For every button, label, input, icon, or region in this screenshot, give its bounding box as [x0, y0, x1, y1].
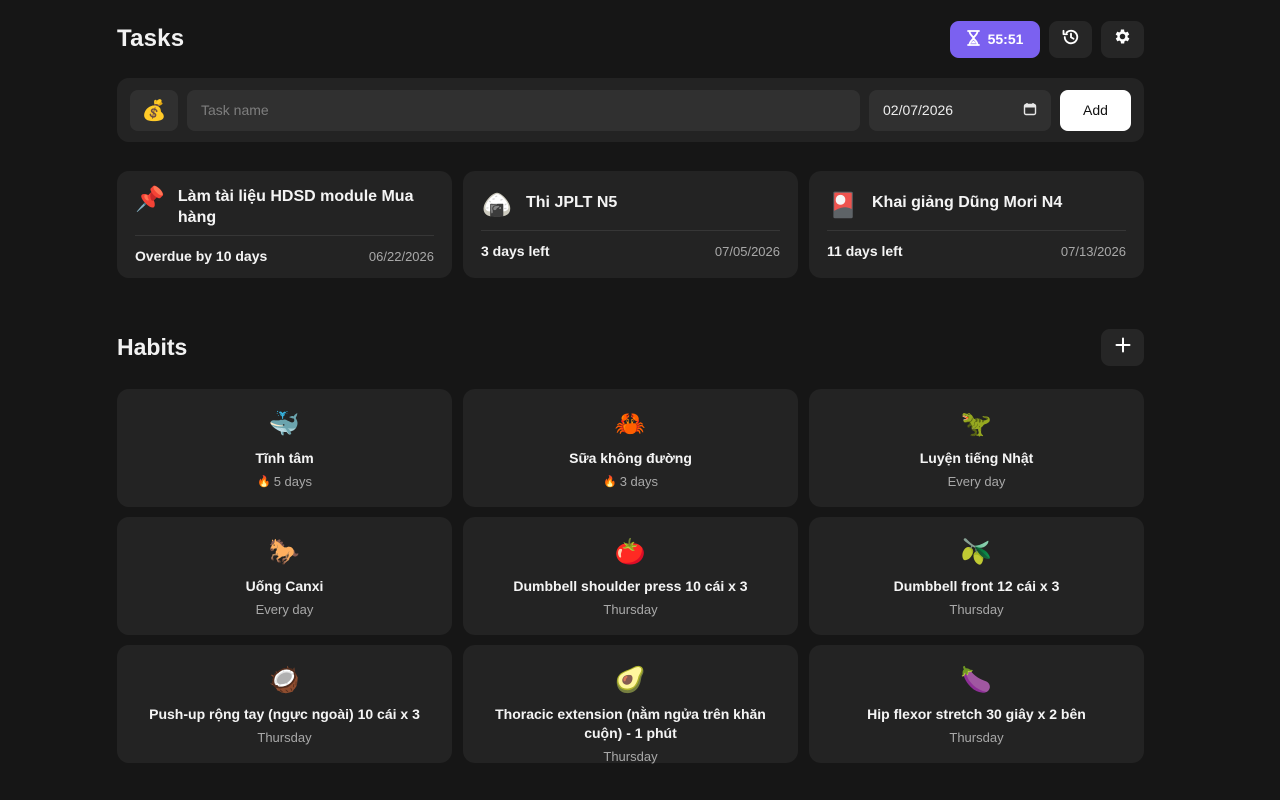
task-card-footer: 3 days left 07/05/2026 [481, 231, 780, 271]
habit-card[interactable]: 🐎 Uống Canxi Every day [117, 517, 452, 635]
history-icon [1061, 27, 1081, 52]
habit-frequency: Thursday [949, 730, 1004, 745]
habit-name: Thoracic extension (nằm ngửa trên khăn c… [495, 706, 766, 741]
task-due-date: 07/13/2026 [1060, 243, 1126, 259]
habit-name: Uống Canxi [245, 578, 324, 594]
habit-list: 🐳 Tĩnh tâm 🔥 5 days 🦀 Sữa không đường 🔥 3 … [117, 389, 1144, 764]
habit-card[interactable]: 🥥 Push-up rộng tay (ngực ngoài) 10 cái x… [117, 645, 452, 763]
task-emoji-picker[interactable]: 💰 [130, 89, 178, 131]
rice-ball-icon: 🍙 [482, 192, 512, 219]
task-title: Khai giảng Dũng Mori N4 [872, 194, 1063, 211]
settings-button[interactable] [1101, 20, 1144, 58]
task-title: Thi JPLT N5 [526, 194, 618, 211]
habit-card[interactable]: 🦖 Luyện tiếng Nhật Every day [809, 389, 1144, 507]
task-date-input[interactable]: 02/07/2026 [869, 89, 1051, 131]
olive-icon: 🫒 [960, 538, 993, 566]
task-card-footer: Overdue by 10 days 06/22/2026 [135, 236, 434, 276]
habit-frequency: Thursday [257, 730, 312, 745]
task-date-value: 02/07/2026 [883, 102, 954, 118]
habit-streak-value: 5 days [273, 474, 312, 489]
habit-card[interactable]: 🦀 Sữa không đường 🔥 3 days [463, 389, 798, 507]
avocado-icon: 🥑 [614, 666, 647, 694]
dinosaur-icon: 🦖 [960, 410, 993, 438]
habits-title: Habits [117, 333, 188, 360]
crab-icon: 🦀 [614, 410, 647, 438]
task-due-date: 07/05/2026 [714, 243, 780, 259]
header-actions: 55:51 [950, 20, 1144, 58]
whale-icon: 🐳 [268, 410, 301, 438]
tomato-icon: 🍅 [614, 538, 647, 566]
tasks-header: Tasks 55:51 [117, 0, 1144, 78]
pushpin-icon: 📌 [135, 186, 165, 213]
habits-header: Habits [117, 328, 1144, 366]
habit-card[interactable]: 🥑 Thoracic extension (nằm ngửa trên khăn… [463, 645, 798, 764]
gear-icon [1113, 27, 1132, 51]
timer-value: 55:51 [987, 31, 1024, 47]
app-container: Tasks 55:51 💰 Task name 02/07/2026 Add 📌… [117, 0, 1144, 764]
habit-frequency: Every day [947, 474, 1006, 489]
task-card[interactable]: 🎴 Khai giảng Dũng Mori N4 11 days left 0… [809, 171, 1144, 278]
task-card-header: 🍙 Thi JPLT N5 [481, 171, 780, 231]
task-card[interactable]: 📌 Làm tài liệu HDSD module Mua hàng Over… [117, 171, 452, 278]
flower-card-icon: 🎴 [828, 192, 858, 219]
habit-streak-value: 3 days [619, 474, 658, 489]
fire-icon: 🔥 [256, 476, 271, 488]
plus-icon [1115, 337, 1131, 358]
habit-streak: 🔥 5 days [257, 474, 312, 489]
habit-card[interactable]: 🍅 Dumbbell shoulder press 10 cái x 3 Thu… [463, 517, 798, 635]
task-card-header: 🎴 Khai giảng Dũng Mori N4 [827, 171, 1126, 231]
task-name-input[interactable] [187, 89, 860, 131]
add-task-bar: 💰 02/07/2026 Add [117, 78, 1144, 142]
hourglass-icon [966, 29, 980, 49]
habit-name: Dumbbell front 12 cái x 3 [893, 578, 1060, 594]
task-card[interactable]: 🍙 Thi JPLT N5 3 days left 07/05/2026 [463, 171, 798, 278]
money-bag-icon: 💰 [141, 99, 167, 122]
task-title: Làm tài liệu HDSD module Mua hàng [177, 188, 414, 226]
task-status: 11 days left [827, 243, 903, 259]
habit-name: Dumbbell shoulder press 10 cái x 3 [513, 578, 748, 594]
habit-streak: 🔥 3 days [603, 474, 658, 489]
habit-name: Sữa không đường [569, 450, 692, 466]
task-due-date: 06/22/2026 [368, 248, 434, 264]
habit-card[interactable]: 🫒 Dumbbell front 12 cái x 3 Thursday [809, 517, 1144, 635]
add-task-button[interactable]: Add [1060, 89, 1131, 131]
task-status: Overdue by 10 days [135, 248, 268, 264]
habit-name: Hip flexor stretch 30 giây x 2 bên [867, 706, 1086, 722]
coconut-icon: 🥥 [268, 666, 301, 694]
calendar-icon[interactable] [1023, 102, 1037, 119]
task-status: 3 days left [481, 243, 550, 259]
eggplant-icon: 🍆 [960, 666, 993, 694]
habit-name: Push-up rộng tay (ngực ngoài) 10 cái x 3 [149, 706, 420, 722]
task-card-footer: 11 days left 07/13/2026 [827, 231, 1126, 271]
habit-frequency: Every day [255, 602, 314, 617]
history-button[interactable] [1049, 20, 1092, 58]
habit-frequency: Thursday [603, 602, 658, 617]
habit-frequency: Thursday [603, 749, 658, 764]
timer-button[interactable]: 55:51 [950, 20, 1040, 58]
fire-icon: 🔥 [602, 476, 617, 488]
page-title: Tasks [117, 25, 185, 52]
habit-name: Tĩnh tâm [255, 450, 314, 466]
habit-frequency: Thursday [949, 602, 1004, 617]
habit-card[interactable]: 🍆 Hip flexor stretch 30 giây x 2 bên Thu… [809, 645, 1144, 763]
task-list: 📌 Làm tài liệu HDSD module Mua hàng Over… [117, 171, 1144, 278]
horse-icon: 🐎 [268, 538, 301, 566]
task-card-header: 📌 Làm tài liệu HDSD module Mua hàng [135, 171, 434, 236]
habit-card[interactable]: 🐳 Tĩnh tâm 🔥 5 days [117, 389, 452, 507]
add-habit-button[interactable] [1101, 328, 1144, 366]
habit-name: Luyện tiếng Nhật [919, 450, 1034, 466]
